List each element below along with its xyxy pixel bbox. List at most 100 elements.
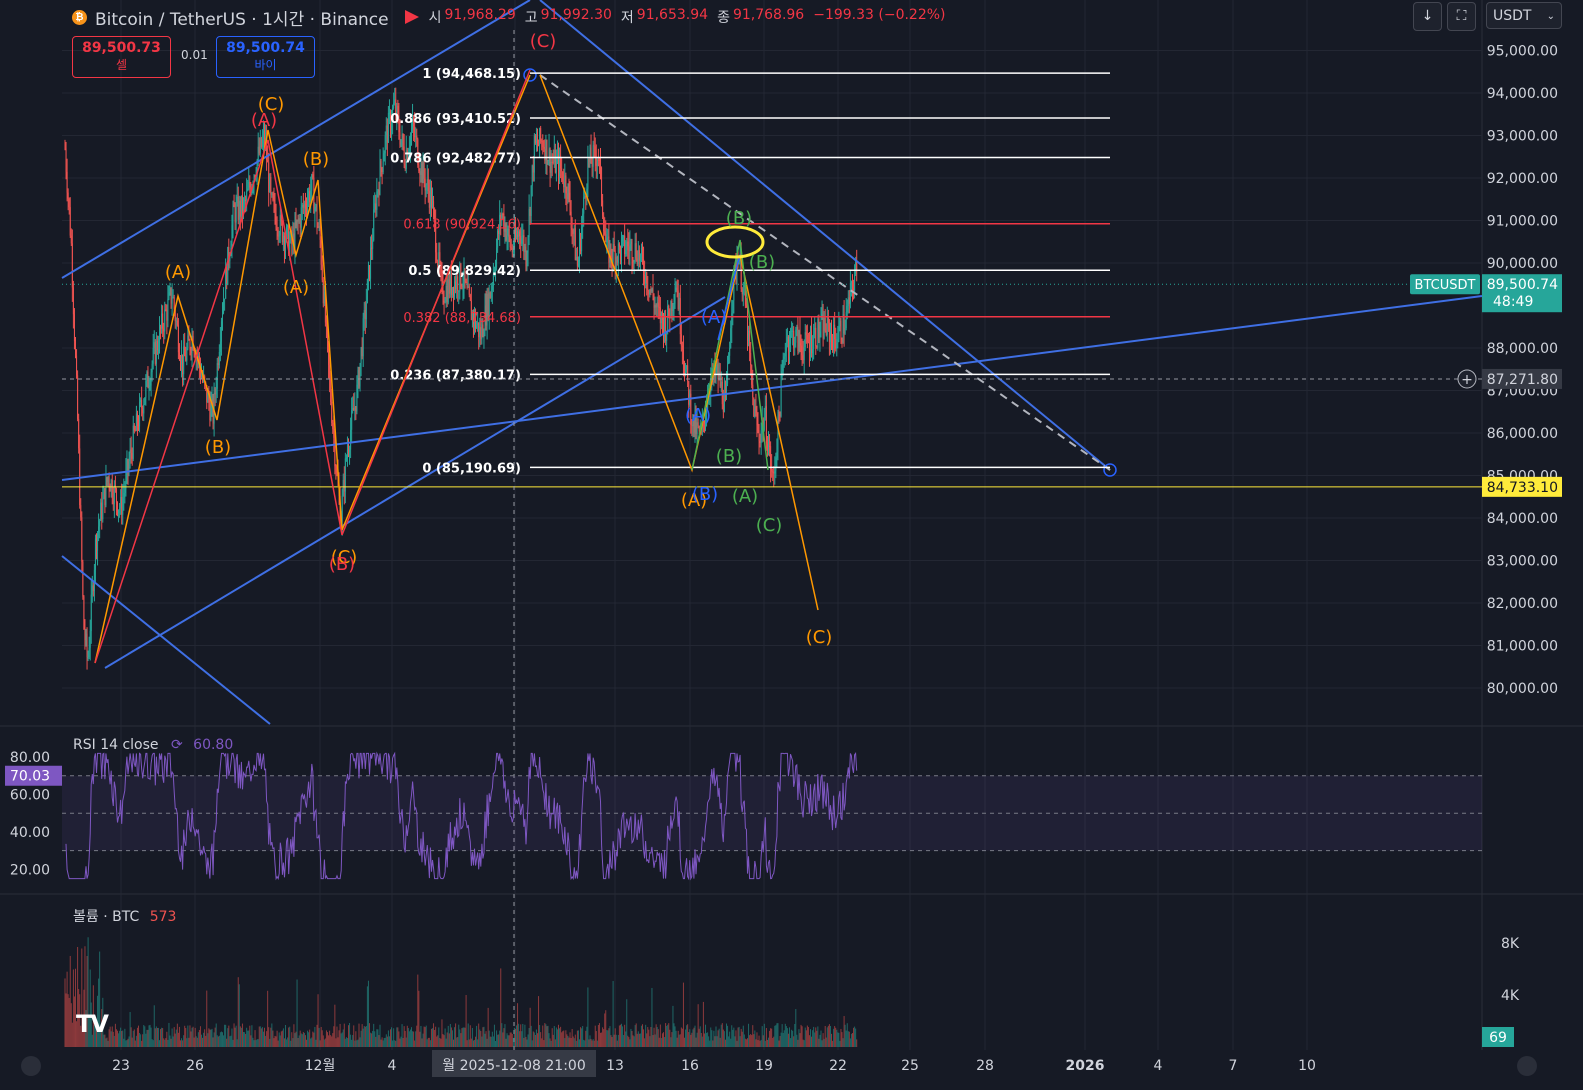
candle-body bbox=[522, 235, 524, 239]
volume-bar bbox=[542, 1025, 544, 1047]
volume-bar bbox=[747, 1038, 748, 1047]
volume-bar bbox=[713, 1030, 715, 1047]
candle-body bbox=[188, 335, 190, 341]
candle-body bbox=[814, 327, 816, 335]
refresh-icon[interactable]: ⟳ bbox=[171, 737, 183, 753]
volume-bar bbox=[140, 1034, 142, 1047]
price-tick-label: 81,000.00 bbox=[1487, 639, 1558, 655]
candle-body bbox=[176, 320, 178, 326]
volume-bar bbox=[426, 1039, 428, 1047]
price-chart[interactable]: 95,000.00 94,000.00 93,000.00 92,000.00 91,0… bbox=[0, 0, 1583, 1090]
volume-bar bbox=[286, 1039, 288, 1047]
candle-body bbox=[262, 130, 264, 139]
volume-legend[interactable]: 볼륨 · BTC 573 bbox=[73, 906, 176, 926]
volume-bar bbox=[609, 1026, 611, 1047]
candle-body bbox=[546, 139, 548, 165]
candle-body bbox=[775, 457, 777, 471]
volume-bar bbox=[681, 1028, 683, 1047]
candle-body bbox=[132, 425, 134, 459]
candle-body bbox=[769, 446, 771, 448]
candle-body bbox=[535, 140, 537, 143]
flag-icon[interactable] bbox=[404, 10, 419, 24]
volume-bar bbox=[397, 1027, 399, 1047]
volume-bar bbox=[736, 1040, 738, 1047]
candle-body bbox=[151, 363, 153, 373]
tradingview-logo[interactable]: TV bbox=[76, 1010, 109, 1038]
volume-bar bbox=[749, 1035, 751, 1047]
rsi-legend[interactable]: RSI 14 close ⟳ 60.80 bbox=[73, 737, 233, 753]
volume-bar bbox=[332, 1033, 334, 1047]
volume-bar bbox=[130, 1027, 132, 1047]
candle-body bbox=[574, 228, 576, 260]
volume-bar bbox=[152, 1040, 154, 1047]
volume-bar bbox=[205, 1035, 207, 1047]
candle-body bbox=[538, 145, 540, 147]
volume-bar bbox=[394, 1040, 396, 1047]
volume-bar bbox=[151, 1039, 153, 1047]
candle-body bbox=[661, 311, 663, 321]
candle-body bbox=[680, 334, 682, 346]
candle-body bbox=[166, 310, 168, 321]
candle-body bbox=[428, 190, 430, 208]
candle-body bbox=[111, 480, 113, 499]
volume-bar bbox=[798, 1029, 800, 1047]
volume-bar bbox=[402, 1037, 404, 1047]
download-icon[interactable]: ↓ bbox=[1413, 2, 1442, 31]
volume-bar bbox=[164, 1039, 166, 1047]
volume-bar bbox=[823, 1038, 825, 1047]
candle-body bbox=[97, 532, 99, 551]
volume-bar bbox=[585, 1030, 587, 1047]
volume-bar bbox=[486, 1038, 488, 1047]
candle-body bbox=[304, 203, 306, 209]
volume-bar bbox=[724, 1039, 726, 1047]
volume-bar bbox=[654, 1034, 656, 1047]
candle-body bbox=[319, 226, 321, 240]
volume-bar bbox=[509, 1032, 511, 1047]
volume-bar bbox=[849, 1038, 851, 1047]
price-tick-label: 94,000.00 bbox=[1487, 86, 1558, 102]
candle-body bbox=[489, 292, 491, 298]
candle-body bbox=[287, 225, 289, 227]
price-tick-label: 88,000.00 bbox=[1487, 341, 1558, 357]
volume-bar bbox=[852, 1033, 853, 1047]
volume-bar bbox=[817, 1026, 819, 1047]
candle-body bbox=[732, 300, 734, 314]
volume-bar bbox=[65, 993, 67, 1047]
volume-bar bbox=[282, 1028, 284, 1047]
candle-body bbox=[854, 274, 856, 291]
symbol-title[interactable]: Bitcoin / TetherUS · 1시간 · Binance bbox=[95, 5, 389, 30]
volume-bar bbox=[733, 1027, 735, 1047]
currency-select[interactable]: USDT ⌄ bbox=[1486, 2, 1562, 29]
sell-button[interactable]: 89,500.73 셀 bbox=[72, 36, 171, 78]
candle-body bbox=[723, 392, 725, 412]
order-quantity[interactable]: 0.01 bbox=[181, 48, 208, 62]
candle-body bbox=[562, 171, 564, 182]
volume-bar bbox=[241, 1023, 243, 1047]
candle-body bbox=[333, 428, 335, 438]
volume-bar bbox=[465, 995, 467, 1047]
volume-bar bbox=[229, 1036, 231, 1047]
volume-bar bbox=[551, 1028, 553, 1047]
volume-bar bbox=[639, 1033, 641, 1047]
volume-bar bbox=[445, 1038, 447, 1047]
candle-body bbox=[329, 365, 331, 379]
volume-bar bbox=[720, 1024, 722, 1047]
volume-bar bbox=[400, 1036, 402, 1047]
candle-body bbox=[363, 310, 365, 319]
fullscreen-icon[interactable]: ⛶ bbox=[1447, 2, 1476, 31]
volume-bar bbox=[532, 1031, 534, 1047]
volume-bar bbox=[366, 986, 368, 1047]
volume-bar bbox=[804, 1027, 806, 1047]
candle-body bbox=[568, 183, 570, 193]
volume-bar bbox=[433, 1023, 435, 1047]
volume-bar bbox=[195, 1036, 197, 1047]
candle-body bbox=[800, 343, 802, 346]
volume-bar bbox=[168, 1022, 170, 1047]
candle-body bbox=[335, 466, 337, 473]
volume-bar bbox=[563, 1030, 565, 1047]
candle-body bbox=[377, 190, 379, 192]
candle-body bbox=[83, 596, 85, 630]
candle-body bbox=[565, 175, 567, 194]
candle-body bbox=[629, 244, 631, 252]
buy-button[interactable]: 89,500.74 바이 bbox=[216, 36, 315, 78]
